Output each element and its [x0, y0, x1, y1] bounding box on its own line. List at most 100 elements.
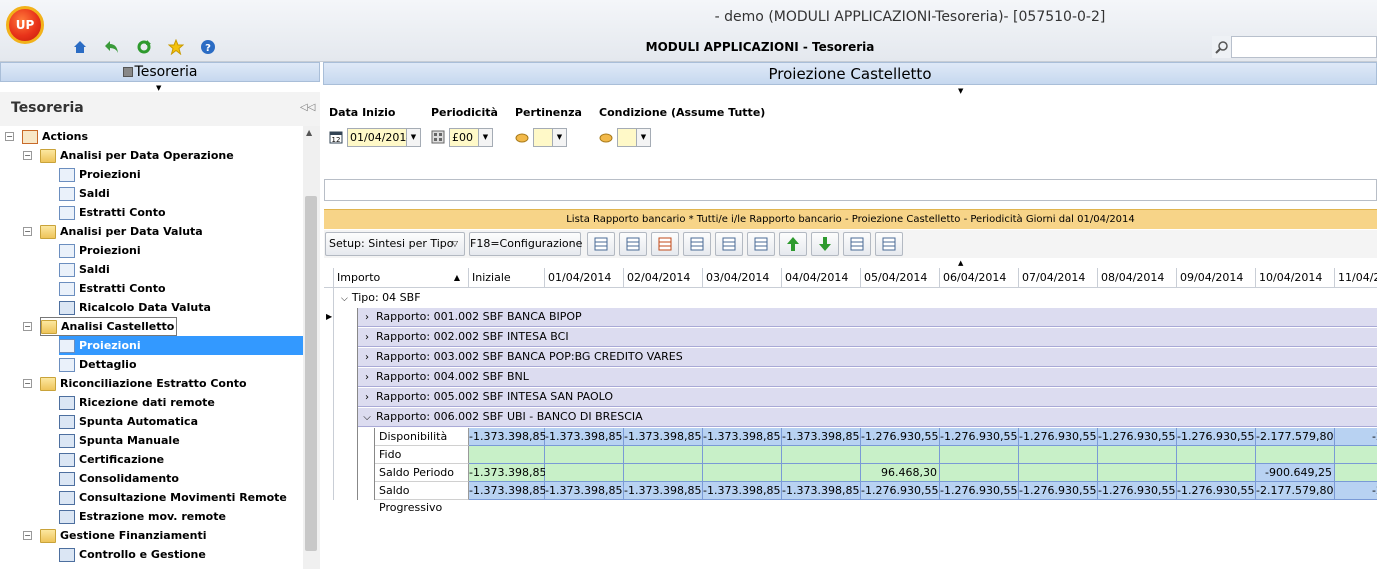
- rapporto-row[interactable]: › Rapporto: 004.002 SBF BNL: [358, 368, 1377, 387]
- export-icon[interactable]: [747, 232, 775, 256]
- tree-item[interactable]: Saldi: [59, 184, 110, 203]
- grid-cell[interactable]: -1.276.930,55: [1098, 482, 1177, 500]
- grid-cell[interactable]: -1.276.930,55: [861, 482, 940, 500]
- grid-cell[interactable]: [545, 464, 624, 482]
- move-down-icon[interactable]: [811, 232, 839, 256]
- grid-cell[interactable]: [1335, 464, 1377, 482]
- chevron-right-icon[interactable]: ›: [358, 389, 376, 407]
- tree-item[interactable]: Saldi: [59, 260, 110, 279]
- column-header[interactable]: 01/04/2014: [545, 268, 624, 288]
- tree-item[interactable]: Spunta Automatica: [59, 412, 198, 431]
- tree-expander-icon[interactable]: −: [23, 227, 32, 236]
- grid-cell[interactable]: -1.276.930,55: [1177, 482, 1256, 500]
- tree-item[interactable]: Controllo e Gestione: [59, 545, 206, 564]
- grid-cell[interactable]: -1.276.930,55: [940, 482, 1019, 500]
- condizione-input[interactable]: [617, 128, 637, 147]
- grid-cell[interactable]: [703, 446, 782, 464]
- grid-cell[interactable]: -2.177.579,80: [1256, 482, 1335, 500]
- column-header[interactable]: 05/04/2014: [861, 268, 940, 288]
- column-header[interactable]: 04/04/2014: [782, 268, 861, 288]
- configurazione-button[interactable]: F18=Configurazione: [469, 232, 582, 256]
- search-input[interactable]: [1212, 36, 1377, 58]
- chevron-down-icon[interactable]: ▼: [407, 128, 421, 147]
- pertinenza-input[interactable]: [533, 128, 553, 147]
- scroll-up-icon[interactable]: ▲: [306, 128, 312, 137]
- grid-cell[interactable]: -1.276.930,55: [1098, 428, 1177, 446]
- chevron-right-icon[interactable]: ›: [358, 329, 376, 347]
- collapse-icon[interactable]: [619, 232, 647, 256]
- periodicita-input[interactable]: £00: [449, 128, 479, 147]
- grid-cell[interactable]: -1.373.398,85: [469, 482, 546, 500]
- grid-cell[interactable]: [703, 464, 782, 482]
- tree-item[interactable]: Gestione Finanziamenti: [40, 526, 207, 545]
- grid-cell[interactable]: -1.276.930,55: [1019, 482, 1098, 500]
- grid-cell[interactable]: -2.177.: [1335, 428, 1377, 446]
- grid-cell[interactable]: [1098, 446, 1177, 464]
- rapporto-row[interactable]: › Rapporto: 002.002 SBF INTESA BCI: [358, 328, 1377, 347]
- grid-cell[interactable]: -1.373.398,85: [545, 482, 624, 500]
- tree-item[interactable]: Estratti Conto: [59, 203, 166, 222]
- edit-grid-icon[interactable]: [651, 232, 679, 256]
- tree-expander-icon[interactable]: −: [5, 132, 14, 141]
- setup-dropdown[interactable]: Setup: Sintesi per Tipo ▽: [325, 232, 465, 256]
- grid-cell[interactable]: -900.649,25: [1256, 464, 1335, 482]
- grid-collapse-arrow-icon[interactable]: ▲: [958, 259, 963, 267]
- tree-item[interactable]: Analisi Castelletto: [40, 317, 178, 336]
- tree-expander-icon[interactable]: −: [23, 531, 32, 540]
- chevron-right-icon[interactable]: ›: [358, 349, 376, 367]
- column-header[interactable]: Iniziale: [469, 268, 545, 288]
- column-header[interactable]: 03/04/2014: [703, 268, 782, 288]
- chevron-down-icon[interactable]: ⌵: [341, 294, 348, 304]
- sort-icon[interactable]: [715, 232, 743, 256]
- grid-cell[interactable]: [1019, 464, 1098, 482]
- condizione-field[interactable]: ▼: [598, 128, 651, 147]
- group-icon[interactable]: [587, 232, 615, 256]
- grid-cell[interactable]: [940, 464, 1019, 482]
- tree-item[interactable]: Estrazione mov. remote: [59, 507, 226, 526]
- chevron-down-icon[interactable]: ▼: [637, 128, 651, 147]
- grid-cell[interactable]: [782, 446, 861, 464]
- tree-item[interactable]: Ricezione dati remote: [59, 393, 215, 412]
- tree-item[interactable]: Analisi per Data Valuta: [40, 222, 203, 241]
- grid-cell[interactable]: 96.468,30: [861, 464, 940, 482]
- rapporto-row[interactable]: › Rapporto: 001.002 SBF BANCA BIPOP: [358, 308, 1377, 327]
- grid-cell[interactable]: [624, 446, 703, 464]
- star-icon[interactable]: [167, 38, 185, 56]
- chevron-right-icon[interactable]: ›: [358, 309, 376, 327]
- print-icon[interactable]: [843, 232, 871, 256]
- grid-cell[interactable]: -1.276.930,55: [1177, 428, 1256, 446]
- main-header-arrow-icon[interactable]: ▼: [958, 87, 963, 95]
- filter-text-bar[interactable]: [324, 179, 1377, 201]
- grid-cell[interactable]: [624, 464, 703, 482]
- pertinenza-field[interactable]: ▼: [514, 128, 567, 147]
- refresh-icon[interactable]: [135, 38, 153, 56]
- grid-cell[interactable]: -1.276.930,55: [1019, 428, 1098, 446]
- tree-scrollbar-thumb[interactable]: [305, 196, 317, 551]
- column-header[interactable]: 08/04/2014: [1098, 268, 1177, 288]
- tree-item[interactable]: Actions: [22, 127, 88, 146]
- data-inizio-input[interactable]: 01/04/2014: [347, 128, 413, 147]
- grid-cell[interactable]: -1.373.398,85: [469, 464, 546, 482]
- grid-cell[interactable]: -1.373.398,85: [703, 482, 782, 500]
- grid-cell[interactable]: -1.373.398,85: [703, 428, 782, 446]
- column-header[interactable]: 07/04/2014: [1019, 268, 1098, 288]
- app-logo[interactable]: UP: [6, 6, 44, 44]
- group-row[interactable]: ⌵ Tipo: 04 SBF: [341, 289, 421, 307]
- grid-cell[interactable]: -1.373.398,85: [624, 482, 703, 500]
- sort-asc-icon[interactable]: ▲: [454, 268, 460, 287]
- grid-cell[interactable]: -1.373.398,85: [782, 428, 861, 446]
- grid-cell[interactable]: [545, 446, 624, 464]
- column-header[interactable]: 11/04/2014: [1335, 268, 1377, 288]
- grid-cell[interactable]: [861, 446, 940, 464]
- grid-cell[interactable]: [940, 446, 1019, 464]
- tree-item[interactable]: Ricalcolo Data Valuta: [59, 298, 211, 317]
- collapse-panel-icon[interactable]: ◁◁: [300, 102, 315, 113]
- move-up-icon[interactable]: [779, 232, 807, 256]
- tree-item[interactable]: Analisi per Data Operazione: [40, 146, 234, 165]
- tree-expander-icon[interactable]: −: [23, 151, 32, 160]
- data-inizio-field[interactable]: 12 01/04/2014 ▼: [328, 128, 421, 147]
- chevron-down-icon[interactable]: ▼: [479, 128, 493, 147]
- rapporto-row[interactable]: › Rapporto: 003.002 SBF BANCA POP:BG CRED…: [358, 348, 1377, 367]
- tree-expander-icon[interactable]: −: [23, 379, 32, 388]
- rapporto-row[interactable]: ⌵ Rapporto: 006.002 SBF UBI - BANCO DI BR…: [358, 408, 1377, 427]
